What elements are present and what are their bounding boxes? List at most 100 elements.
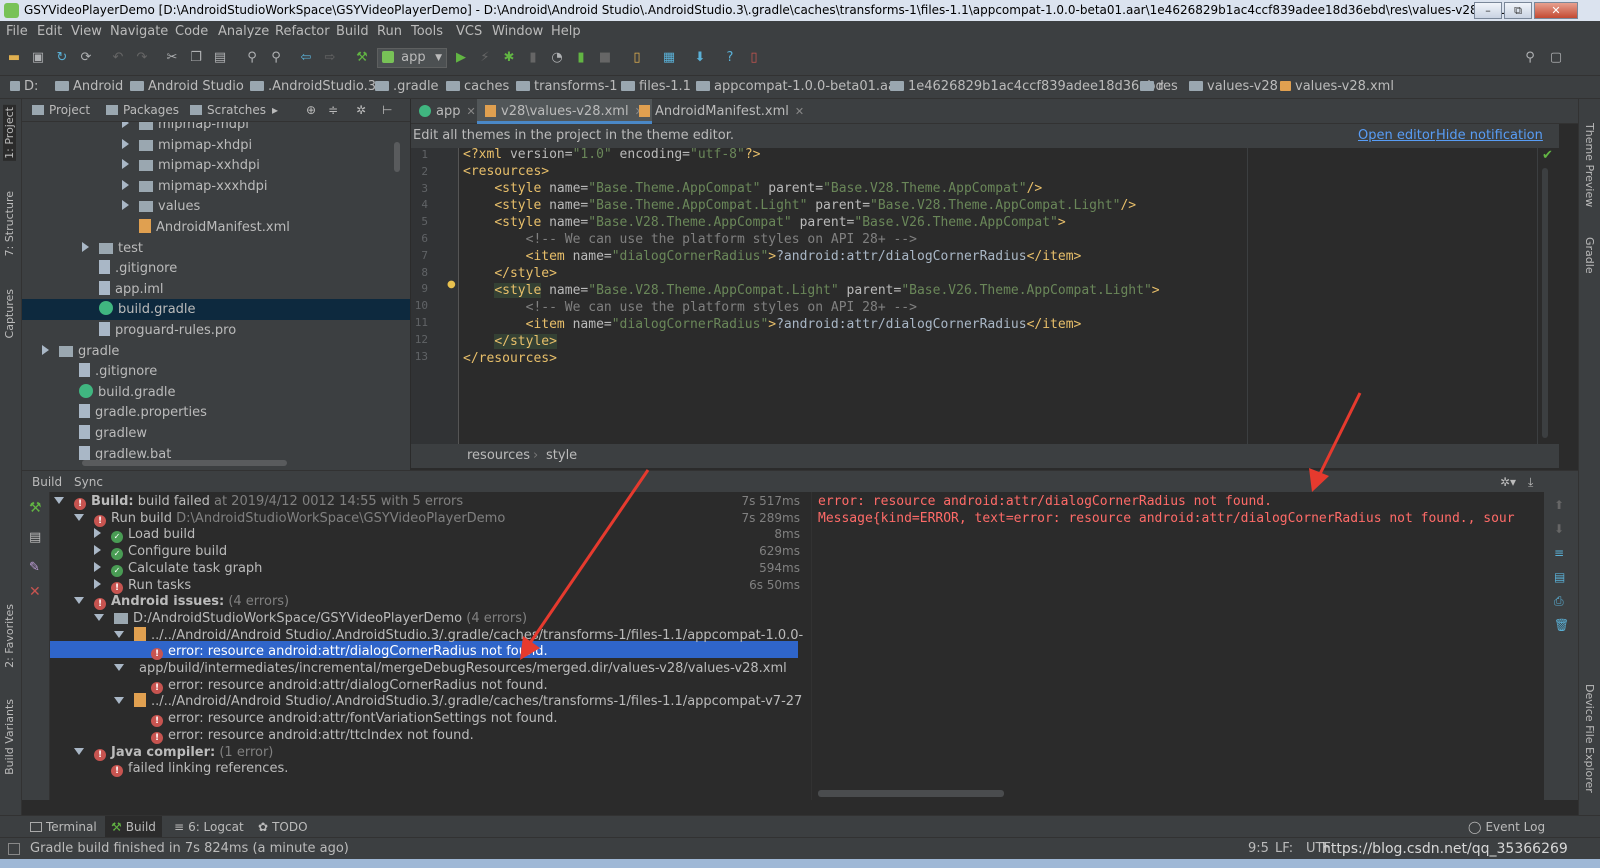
run-icon[interactable]: ▶: [453, 50, 469, 66]
tree-item[interactable]: values: [122, 196, 200, 217]
collapse-arrow-icon[interactable]: [114, 664, 124, 671]
tab-packages[interactable]: Packages: [106, 99, 179, 122]
crumb-androidstudio3[interactable]: .AndroidStudio.3: [250, 76, 376, 98]
make-project-icon[interactable]: ⚒: [354, 50, 370, 66]
hide-panel-icon[interactable]: ⤓: [1528, 471, 1533, 493]
print-icon[interactable]: ⎙: [1554, 594, 1564, 609]
expand-arrow-icon[interactable]: [122, 179, 129, 190]
build-tree-row[interactable]: ! Run build D:\AndroidStudioWorkSpace\GSY…: [50, 510, 810, 527]
build-tree-row[interactable]: ! Run tasks 6s 50ms: [50, 577, 810, 594]
crumb-style[interactable]: style: [546, 444, 577, 468]
tab-project[interactable]: Project: [32, 99, 90, 122]
tree-item[interactable]: AndroidManifest.xml: [122, 217, 290, 238]
menu-code[interactable]: Code: [175, 21, 208, 42]
cursor-position[interactable]: 9:5: [1248, 838, 1269, 860]
menu-window[interactable]: Window: [492, 21, 543, 42]
tree-item[interactable]: .gitignore: [62, 361, 157, 382]
menu-run[interactable]: Run: [377, 21, 402, 42]
tool-tab-build-variants[interactable]: Build Variants: [3, 699, 16, 775]
close-icon[interactable]: ✕: [29, 584, 41, 600]
vertical-scrollbar[interactable]: [394, 142, 400, 172]
collapse-arrow-icon[interactable]: [114, 630, 124, 638]
tool-tab-favorites[interactable]: 2: Favorites: [3, 604, 16, 668]
stop-icon[interactable]: ■: [597, 50, 613, 66]
expand-arrow-icon[interactable]: [122, 159, 129, 170]
menu-tools[interactable]: Tools: [411, 21, 443, 42]
sync-icon[interactable]: ↻: [54, 50, 70, 66]
apply-changes-icon[interactable]: ⚡: [477, 50, 493, 66]
scroll-to-end-icon[interactable]: ▤: [1554, 570, 1565, 584]
build-tree-row[interactable]: ✓ Load build 8ms: [50, 526, 810, 544]
crumb-files[interactable]: files-1.1: [621, 76, 691, 98]
tab-scratches[interactable]: Scratches: [190, 99, 266, 122]
coverage-icon[interactable]: ▮: [573, 50, 589, 66]
search-everywhere-icon[interactable]: ⚲: [1522, 50, 1538, 66]
minimize-button[interactable]: –: [1474, 2, 1502, 19]
gear-icon[interactable]: ✲▾: [1500, 471, 1516, 493]
tool-tab-structure[interactable]: 7: Structure: [3, 191, 16, 256]
rebuild-icon[interactable]: ⚒: [29, 500, 42, 516]
tree-item[interactable]: mipmap-xxxhdpi: [122, 176, 268, 197]
crumb-caches[interactable]: caches: [446, 76, 509, 98]
build-tree-row[interactable]: ! Build: build failed at 2019/4/12 0012 1…: [50, 493, 810, 510]
expand-arrow-icon[interactable]: [42, 344, 49, 355]
build-tree-row[interactable]: ! error: resource android:attr/dialogCorn…: [50, 643, 810, 661]
tool-tab-theme-preview[interactable]: Theme Preview: [1583, 123, 1596, 207]
hide-panel-icon[interactable]: ⊢: [382, 99, 392, 122]
collapse-arrow-icon[interactable]: [54, 497, 64, 504]
up-arrow-icon[interactable]: ⬆: [1554, 498, 1564, 512]
cut-icon[interactable]: ✂: [164, 50, 180, 66]
tool-tab-gradle[interactable]: Gradle: [1583, 237, 1596, 274]
crumb-transforms[interactable]: transforms-1: [516, 76, 617, 98]
output-scrollbar[interactable]: [818, 790, 1004, 797]
hide-notification-link[interactable]: Hide notification: [1436, 124, 1543, 148]
attach-debugger-icon[interactable]: ▮: [525, 50, 541, 66]
menu-edit[interactable]: Edit: [37, 21, 62, 42]
build-tab-build[interactable]: Build: [32, 471, 62, 493]
tree-item[interactable]: gradle: [42, 341, 119, 362]
redo-icon[interactable]: ↷: [134, 50, 150, 66]
open-editor-link[interactable]: Open editor: [1358, 124, 1435, 148]
expand-arrow-icon[interactable]: [122, 138, 129, 149]
pin-icon[interactable]: ✎: [29, 560, 40, 575]
device-icon[interactable]: ▯: [746, 50, 762, 66]
expand-arrow-icon[interactable]: [94, 545, 101, 556]
crumb-hash[interactable]: 1e4626829b1ac4ccf839adee18d36ebd: [890, 76, 1164, 98]
crumb-android-studio[interactable]: Android Studio: [130, 76, 244, 98]
build-tree-row[interactable]: app/build/intermediates/incremental/merg…: [50, 660, 810, 677]
close-button[interactable]: ✕: [1534, 2, 1578, 19]
build-tree-row[interactable]: ✓ Configure build 629ms: [50, 543, 810, 561]
line-separator[interactable]: LF:: [1275, 838, 1293, 860]
menu-help[interactable]: Help: [551, 21, 581, 42]
collapse-arrow-icon[interactable]: [74, 747, 84, 755]
trash-icon[interactable]: 🗑: [1554, 618, 1569, 632]
close-tab-icon[interactable]: ✕: [466, 105, 475, 118]
build-tree-row[interactable]: ! failed linking references.: [50, 760, 810, 778]
undo-icon[interactable]: ↶: [110, 50, 126, 66]
find-icon[interactable]: ⚲: [244, 50, 260, 66]
crumb-drive[interactable]: D:: [10, 76, 38, 98]
avd-manager-icon[interactable]: ▯: [629, 50, 645, 66]
menu-build[interactable]: Build: [336, 21, 369, 42]
menu-analyze[interactable]: Analyze: [218, 21, 269, 42]
collapse-arrow-icon[interactable]: [114, 697, 124, 705]
expand-arrow-icon[interactable]: [82, 241, 89, 252]
collapse-icon[interactable]: ≑: [328, 99, 338, 122]
tree-item[interactable]: mipmap-xhdpi: [122, 135, 252, 156]
build-tree-row[interactable]: ! Java compiler: (1 error): [50, 744, 810, 761]
editor-tab-app[interactable]: app ✕: [411, 99, 484, 124]
tool-tab-terminal[interactable]: Terminal: [30, 816, 97, 838]
run-config-select[interactable]: app ▼: [377, 48, 447, 68]
more-tabs-icon[interactable]: ▸: [272, 99, 278, 122]
build-tree-row[interactable]: ! Android issues: (4 errors): [50, 593, 810, 611]
expand-arrow-icon[interactable]: [94, 561, 101, 572]
horizontal-scrollbar[interactable]: [82, 460, 287, 466]
save-icon[interactable]: ▣: [30, 50, 46, 66]
menu-vcs[interactable]: VCS: [456, 21, 482, 42]
panel-toggle-icon[interactable]: [8, 843, 20, 855]
build-tree-row[interactable]: ! error: resource android:attr/dialogCorn…: [50, 677, 810, 694]
collapse-arrow-icon[interactable]: [74, 513, 84, 521]
collapse-arrow-icon[interactable]: [94, 613, 104, 621]
paste-icon[interactable]: ▤: [212, 50, 228, 66]
soft-wrap-icon[interactable]: ≡: [1554, 546, 1564, 560]
